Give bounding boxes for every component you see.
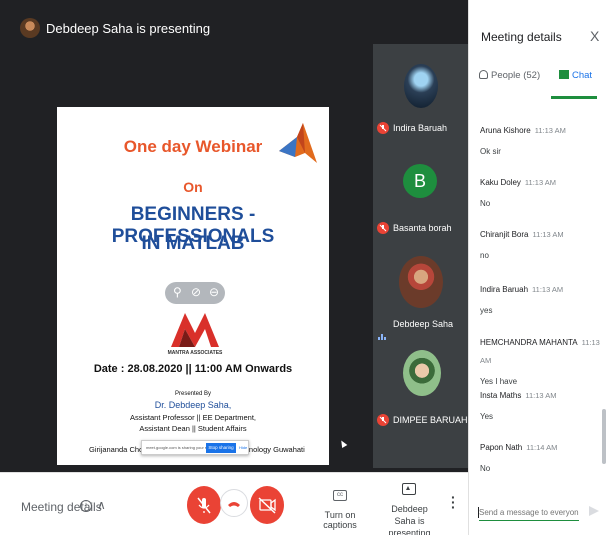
slide-date: Date : 28.08.2020 || 11:00 AM Onwards <box>93 363 293 375</box>
remove-icon[interactable]: ⊖ <box>209 285 219 299</box>
participant-name: Indira Baruah <box>393 123 448 133</box>
participant-name: Debdeep Saha <box>393 319 454 329</box>
slide-line-3-right: chnology Guwahati <box>241 445 305 454</box>
chevron-up-icon[interactable]: ∧ <box>97 498 106 512</box>
participant-tile[interactable]: DIMPEE BARUAH <box>373 336 468 432</box>
panel-title: Meeting details <box>481 30 562 44</box>
mic-off-icon <box>377 222 389 234</box>
message-text: No <box>480 199 491 208</box>
message-time: 11:13 AM <box>525 391 557 400</box>
tab-chat[interactable]: Chat <box>559 70 592 98</box>
message-time: 11:13 AM <box>532 230 564 239</box>
message-sender: Papon Nath <box>480 443 523 452</box>
mute-icon[interactable]: ⊘ <box>191 285 201 299</box>
presenter-banner-text: Debdeep Saha is presenting <box>46 21 211 36</box>
message-time: 11:13 AM <box>532 285 564 294</box>
chat-scrollbar[interactable] <box>602 409 606 464</box>
message-sender: Indira Baruah <box>480 285 529 294</box>
chat-message: HEMCHANDRA MAHANTA 11:13 AM Yes I have <box>480 332 600 386</box>
pin-icon[interactable]: ⚲ <box>173 285 182 299</box>
message-sender: Chiranjit Bora <box>480 230 529 239</box>
participant-tiles: Indira Baruah B Basanta borah Debdeep Sa… <box>373 44 468 468</box>
chat-message-input[interactable] <box>479 508 579 517</box>
shared-slide: One day Webinar On BEGINNERS - PROFESSIO… <box>57 107 329 465</box>
slide-line-3-left: Girijananda Chow <box>89 445 149 454</box>
mouse-cursor-icon <box>338 438 348 449</box>
slide-line-2: Assistant Dean || Student Affairs <box>139 424 247 433</box>
message-sender: Aruna Kishore <box>480 126 531 135</box>
camera-toggle-button[interactable] <box>250 486 284 524</box>
tab-people[interactable]: People (52) <box>479 70 540 98</box>
message-text: Ok sir <box>480 147 501 156</box>
mantra-logo-icon <box>171 313 219 347</box>
tab-chat-label: Chat <box>572 70 593 81</box>
presenter-avatar <box>20 18 40 38</box>
message-text: No <box>480 464 491 473</box>
slide-on: On <box>183 179 203 195</box>
chat-icon <box>559 70 569 79</box>
mic-off-icon <box>377 122 389 134</box>
captions-icon[interactable]: cc <box>333 490 347 501</box>
chat-message: Kaku Doley 11:13 AM No <box>480 172 600 208</box>
participant-name: DIMPEE BARUAH <box>393 415 468 425</box>
send-icon[interactable] <box>589 506 599 516</box>
more-options-icon[interactable]: · · · <box>451 490 456 514</box>
presenting-status-button[interactable]: Debdeep Saha is presenting <box>382 503 437 535</box>
participant-tile[interactable]: B Basanta borah <box>373 144 468 240</box>
tab-people-label: People (52) <box>491 70 541 81</box>
input-underline <box>479 520 579 521</box>
participant-name: Basanta borah <box>393 223 452 233</box>
avatar <box>399 256 443 308</box>
chat-message: Papon Nath 11:14 AM No <box>480 437 600 473</box>
slide-line-1: Assistant Professor || EE Department, <box>129 413 257 422</box>
message-sender: Kaku Doley <box>480 178 521 187</box>
mic-off-icon <box>197 497 211 514</box>
matlab-logo-icon <box>279 123 317 163</box>
avatar: B <box>403 164 437 198</box>
info-icon[interactable]: i <box>80 500 92 512</box>
present-screen-icon[interactable] <box>402 483 416 495</box>
chat-message: Aruna Kishore 11:13 AM Ok sir <box>480 120 600 156</box>
hide-link[interactable]: Hide <box>239 445 247 450</box>
message-time: 11:14 AM <box>526 443 558 452</box>
leave-call-button[interactable] <box>220 489 248 517</box>
avatar <box>404 64 438 108</box>
meeting-details-panel: Meeting details X People (52) Chat Aruna… <box>468 0 608 535</box>
screen-share-bar: meet.google.com is sharing your screen. … <box>141 440 249 455</box>
message-text: Yes <box>480 412 494 421</box>
participant-tile[interactable]: Indira Baruah <box>373 44 468 140</box>
chat-message: Insta Maths 11:13 AM Yes <box>480 385 600 421</box>
active-tab-indicator <box>551 96 597 99</box>
slide-presenter-name: Dr. Debdeep Saha, <box>154 400 232 410</box>
chat-message: Indira Baruah 11:13 AM yes <box>480 279 600 315</box>
message-sender: Insta Maths <box>480 391 522 400</box>
phone-hangup-icon <box>228 502 240 507</box>
slide-presented-by: Presented By <box>174 391 212 397</box>
participant-tile[interactable]: Debdeep Saha <box>373 240 468 340</box>
message-text: yes <box>480 306 493 315</box>
call-toolbar: Meeting details i ∧ cc Turn on captions … <box>0 472 468 535</box>
camera-off-icon <box>258 497 276 514</box>
slide-headline-2: IN MATLAB <box>141 233 245 254</box>
speaking-indicator-icon <box>378 322 389 340</box>
message-sender: HEMCHANDRA MAHANTA <box>480 338 578 347</box>
message-time: 11:13 AM <box>534 126 566 135</box>
chat-message: Chiranjit Bora 11:13 AM no <box>480 224 600 260</box>
presentation-stage: Debdeep Saha is presenting One day Webin… <box>0 0 468 472</box>
mic-off-icon <box>377 414 389 426</box>
message-text: no <box>480 251 489 260</box>
avatar <box>403 350 441 396</box>
stop-sharing-button[interactable]: Stop sharing <box>206 443 236 453</box>
mantra-logo-text: MANTRA ASSOCIATES <box>167 350 223 356</box>
microphone-toggle-button[interactable] <box>187 486 221 524</box>
close-icon[interactable]: X <box>590 28 599 44</box>
people-icon <box>479 70 488 79</box>
message-time: 11:13 AM <box>524 178 557 187</box>
captions-button-label[interactable]: Turn on captions <box>310 510 370 530</box>
